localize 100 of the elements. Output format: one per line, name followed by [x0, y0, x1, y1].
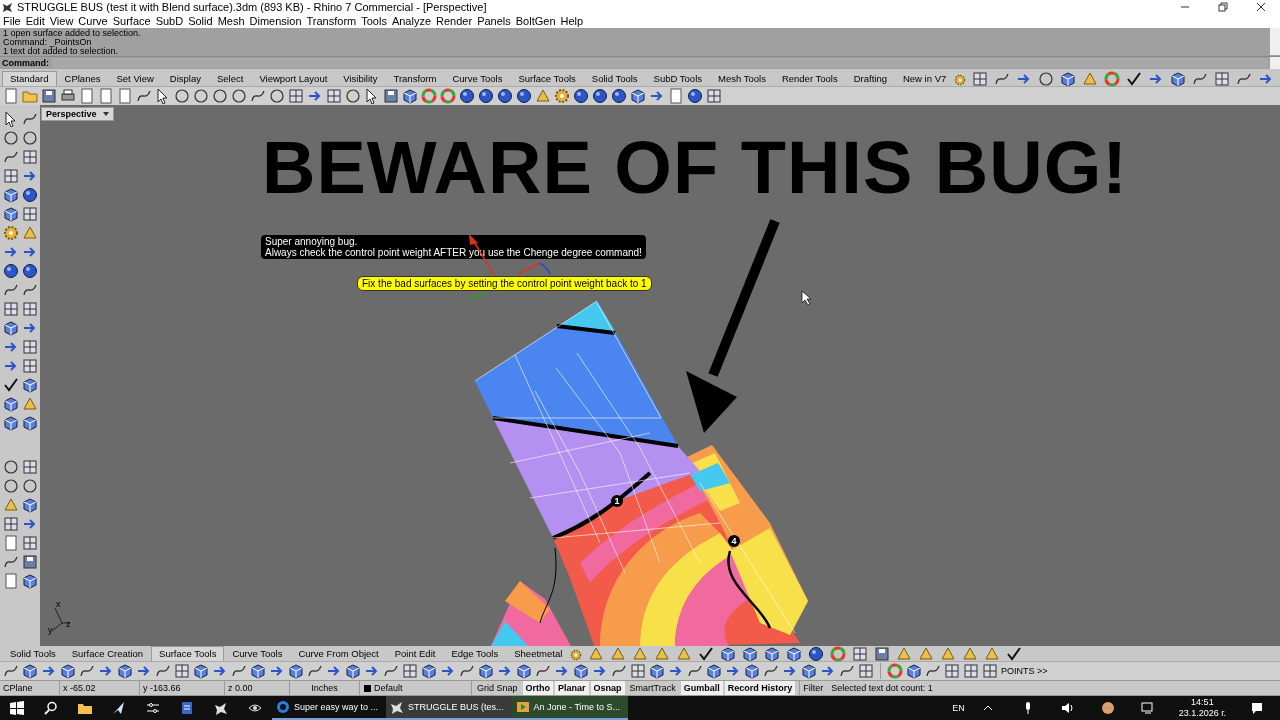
toolbar-tab[interactable]: Solid Tools: [2, 646, 64, 661]
clock-date[interactable]: 23.1.2026 г.: [1178, 708, 1226, 719]
gear-icon[interactable]: [954, 74, 967, 86]
rhino-icon[interactable]: [214, 701, 228, 715]
grid-icon[interactable]: [706, 88, 722, 104]
clock-time[interactable]: 14:51: [1191, 697, 1214, 708]
grid-icon[interactable]: [963, 663, 979, 679]
toolbar-tab[interactable]: Render Tools: [773, 71, 846, 86]
circle-icon[interactable]: [3, 478, 19, 494]
toolbar-tab[interactable]: Display: [161, 71, 209, 86]
menu-item[interactable]: Mesh: [217, 15, 245, 27]
grid-icon[interactable]: [630, 663, 646, 679]
cube-icon[interactable]: [22, 415, 38, 431]
menu-item[interactable]: View: [49, 15, 74, 27]
gear-icon[interactable]: [570, 649, 583, 661]
menu-item[interactable]: Help: [560, 15, 584, 27]
sphere-icon[interactable]: [478, 88, 494, 104]
cube-icon[interactable]: [22, 663, 38, 679]
grid-icon[interactable]: [22, 301, 38, 317]
curve-icon[interactable]: [3, 149, 19, 165]
taskbar-app[interactable]: An Jone - Time to S...: [511, 696, 629, 720]
curve-icon[interactable]: [839, 663, 855, 679]
toolbar-tab[interactable]: Select: [208, 71, 252, 86]
cube-icon[interactable]: [60, 663, 76, 679]
circle-icon[interactable]: [193, 88, 209, 104]
sphere-icon[interactable]: [611, 88, 627, 104]
toolbar-tab[interactable]: Sheetmetal: [506, 646, 571, 661]
toolbar-tab[interactable]: Set View: [108, 71, 162, 86]
toolbar-tab[interactable]: Standard: [2, 71, 57, 86]
cube-icon[interactable]: [764, 645, 781, 662]
scrollbar[interactable]: [1270, 28, 1280, 55]
color-wheel-icon[interactable]: [421, 88, 437, 104]
cube-icon[interactable]: [1060, 70, 1077, 87]
menu-item[interactable]: SubD: [155, 15, 184, 27]
grid-icon[interactable]: [288, 88, 304, 104]
grid-icon[interactable]: [858, 663, 874, 679]
viewport-tab[interactable]: Perspective: [41, 107, 114, 121]
grid-icon[interactable]: [22, 358, 38, 374]
status-field[interactable]: Inches: [290, 681, 360, 695]
cube-icon[interactable]: [3, 415, 19, 431]
toolbar-tab[interactable]: Surface Creation: [63, 646, 152, 661]
grid-icon[interactable]: [982, 663, 998, 679]
command-field[interactable]: [52, 58, 1268, 68]
grid-icon[interactable]: [22, 149, 38, 165]
grid-icon[interactable]: [22, 459, 38, 475]
sphere-icon[interactable]: [808, 645, 825, 662]
toolbar-tab[interactable]: Curve From Object: [290, 646, 387, 661]
curve-icon[interactable]: [3, 554, 19, 570]
menu-item[interactable]: Dimension: [249, 15, 302, 27]
grid-icon[interactable]: [944, 663, 960, 679]
curve-icon[interactable]: [3, 282, 19, 298]
circle-icon[interactable]: [269, 88, 285, 104]
curve-icon[interactable]: [155, 663, 171, 679]
menu-item[interactable]: Panels: [477, 15, 511, 27]
status-toggle[interactable]: Ortho: [522, 681, 554, 695]
sphere-icon[interactable]: [3, 263, 19, 279]
curve-icon[interactable]: [22, 111, 38, 127]
curve-icon[interactable]: [925, 663, 941, 679]
folder-icon[interactable]: [78, 701, 92, 715]
globe-icon[interactable]: [1100, 701, 1115, 715]
cube-icon[interactable]: [706, 663, 722, 679]
toolbar-tab[interactable]: Visibility: [335, 71, 386, 86]
menu-item[interactable]: Surface: [112, 15, 151, 27]
curve-icon[interactable]: [231, 663, 247, 679]
grid-icon[interactable]: [22, 339, 38, 355]
cube-icon[interactable]: [744, 663, 760, 679]
status-toggle[interactable]: Planar: [555, 681, 589, 695]
status-toggle[interactable]: Record History: [724, 681, 796, 695]
gear-icon[interactable]: [554, 88, 570, 104]
curve-icon[interactable]: [3, 663, 19, 679]
color-wheel-icon[interactable]: [440, 88, 456, 104]
grid-icon[interactable]: [3, 301, 19, 317]
cube-icon[interactable]: [3, 187, 19, 203]
status-toggle[interactable]: Grid Snap: [474, 681, 521, 695]
toolbar-tab[interactable]: CPlanes: [56, 71, 109, 86]
sphere-icon[interactable]: [573, 88, 589, 104]
menu-item[interactable]: Transform: [306, 15, 357, 27]
cube-icon[interactable]: [117, 663, 133, 679]
cube-icon[interactable]: [516, 663, 532, 679]
circle-icon[interactable]: [1038, 70, 1055, 87]
status-toggle[interactable]: Gumball: [680, 681, 723, 695]
curve-icon[interactable]: [79, 663, 95, 679]
check-icon[interactable]: [1126, 70, 1143, 87]
cube-icon[interactable]: [478, 663, 494, 679]
windows-icon[interactable]: [10, 701, 24, 715]
toolbar-tab[interactable]: Surface Tools: [151, 646, 225, 661]
cube-icon[interactable]: [801, 663, 817, 679]
cube-icon[interactable]: [193, 663, 209, 679]
toolbar-tab[interactable]: Mesh Tools: [710, 71, 774, 86]
cube-icon[interactable]: [630, 88, 646, 104]
sphere-icon[interactable]: [22, 187, 38, 203]
printer-icon[interactable]: [60, 88, 76, 104]
color-wheel-icon[interactable]: [830, 645, 847, 662]
network-icon[interactable]: [1140, 701, 1155, 715]
speaker-icon[interactable]: [1060, 701, 1075, 715]
cube-icon[interactable]: [345, 663, 361, 679]
curve-icon[interactable]: [136, 88, 152, 104]
sphere-icon[interactable]: [497, 88, 513, 104]
menu-item[interactable]: File: [3, 15, 21, 27]
grid-icon[interactable]: [972, 70, 989, 87]
